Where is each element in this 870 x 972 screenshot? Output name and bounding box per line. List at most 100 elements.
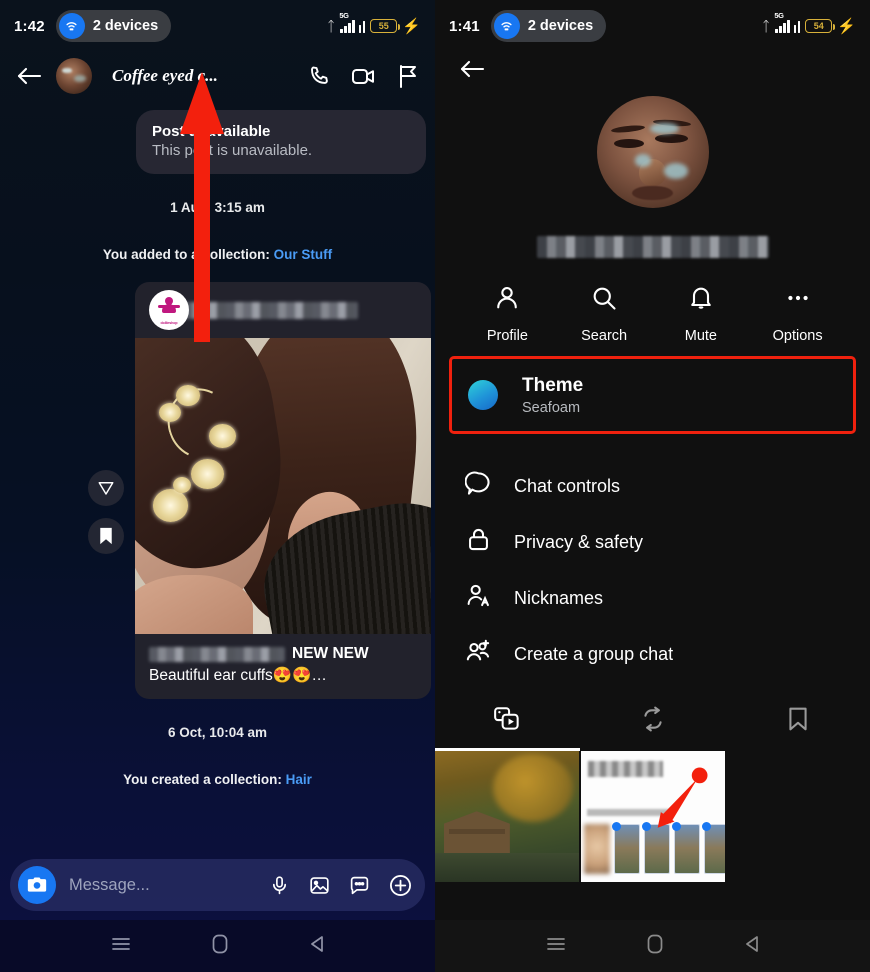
post-image[interactable] (135, 338, 431, 634)
camera-icon[interactable] (18, 866, 56, 904)
collection-link-2[interactable]: Hair (286, 772, 312, 787)
message-input[interactable]: Message... (69, 876, 150, 895)
charging-icon: ⚡ (837, 17, 856, 35)
system-message-text: You added to a collection: (102, 247, 274, 262)
image-icon[interactable] (309, 875, 330, 896)
android-navbar-right (435, 920, 870, 972)
microphone-icon[interactable] (269, 875, 290, 896)
flag-icon[interactable] (397, 64, 419, 88)
shared-post-card[interactable]: dollieshop NEW NEW Beautiful ear cuffs😍😍… (135, 282, 431, 699)
quick-action-mute[interactable]: Mute (653, 284, 750, 344)
chat-header: Coffee eyed c... (0, 52, 435, 104)
back-triangle-icon[interactable] (309, 935, 325, 958)
person-letter-icon (465, 582, 492, 614)
android-navbar-left (0, 920, 435, 972)
message-composer[interactable]: Message... (10, 859, 425, 911)
status-bar-left: 1:42 2 devices ᛏ 5G 55 ⚡ (0, 0, 435, 52)
devices-chip-right[interactable]: 2 devices (490, 10, 607, 42)
quick-action-profile[interactable]: Profile (459, 284, 556, 344)
back-arrow-icon[interactable] (16, 65, 42, 87)
quick-action-label: Search (581, 328, 628, 344)
menu-item-label: Nicknames (514, 587, 604, 608)
media-thumbnail[interactable] (581, 751, 725, 882)
chat-title: Coffee eyed c... (112, 66, 218, 85)
plus-circle-icon[interactable] (389, 874, 412, 897)
battery-level-right: 54 (813, 21, 824, 31)
media-thumbnail[interactable] (435, 751, 579, 882)
bell-icon (687, 284, 715, 317)
profile-avatar[interactable] (596, 96, 709, 208)
quick-action-label: Options (772, 328, 823, 344)
menu-item-label: Privacy & safety (514, 531, 644, 552)
collection-link[interactable]: Our Stuff (274, 247, 333, 262)
quick-actions: Profile Search Mute Options (435, 284, 870, 344)
post-unavailable-bubble[interactable]: Post unavailable This post is unavailabl… (136, 110, 426, 174)
theme-value: Seafoam (522, 399, 581, 416)
devices-chip[interactable]: 2 devices (55, 10, 172, 42)
message-timestamp: 1 Aug, 3:15 am (170, 200, 265, 215)
avatar[interactable] (56, 58, 92, 94)
details-header (435, 52, 870, 80)
devices-label: 2 devices (92, 18, 159, 34)
signal-icon: 5G (774, 11, 801, 33)
quick-action-label: Mute (684, 328, 717, 344)
video-camera-icon[interactable] (351, 65, 377, 87)
quick-action-label: Profile (486, 328, 528, 344)
menu-item-label: Chat controls (514, 475, 621, 496)
status-time-right: 1:41 (449, 17, 480, 35)
menu-item-privacy-safety[interactable]: Privacy & safety (435, 514, 870, 570)
menu-item-create-group-chat[interactable]: Create a group chat (435, 626, 870, 682)
phone-icon[interactable] (307, 64, 331, 88)
tab-media[interactable] (435, 696, 580, 751)
menu-item-chat-controls[interactable]: Chat controls (435, 458, 870, 514)
chat-screen: 1:42 2 devices ᛏ 5G 55 ⚡ Coffee eyed c..… (0, 0, 435, 972)
media-icon (493, 706, 523, 737)
battery-icon: 54 (805, 19, 836, 33)
theme-highlight-box: Theme Seafoam (449, 356, 856, 434)
composer-actions (269, 874, 412, 897)
tab-saved[interactable] (725, 696, 870, 751)
charging-icon: ⚡ (402, 17, 421, 35)
add-people-icon (465, 638, 492, 670)
caption-redacted (149, 646, 285, 662)
bluetooth-icon: ᛏ (326, 18, 336, 34)
back-arrow-icon[interactable] (459, 58, 485, 80)
message-timestamp-2: 6 Oct, 10:04 am (167, 725, 268, 740)
theme-row[interactable]: Theme Seafoam (452, 359, 853, 431)
system-message-collection-added: You added to a collection: Our Stuff (0, 247, 435, 262)
ellipsis-icon (784, 284, 812, 317)
quick-action-search[interactable]: Search (556, 284, 653, 344)
signal-icon: 5G (339, 11, 366, 33)
post-unavailable-subtitle: This post is unavailable. (152, 142, 313, 159)
chat-bubble-icon (464, 470, 492, 502)
status-icons-left: ᛏ 5G 55 ⚡ (326, 11, 421, 35)
menu-item-nicknames[interactable]: Nicknames (435, 570, 870, 626)
annotation-arrow-thumbnail (657, 767, 708, 828)
menu-icon[interactable] (546, 936, 566, 957)
menu-item-label: Create a group chat (514, 643, 674, 664)
bookmark-icon[interactable] (88, 518, 124, 554)
quick-action-options[interactable]: Options (749, 284, 846, 344)
message-list: Post unavailable This post is unavailabl… (0, 110, 435, 793)
send-icon[interactable] (88, 470, 124, 506)
sticker-icon[interactable] (349, 875, 370, 896)
caption-new-label: NEW NEW (292, 645, 369, 662)
post-author-name-redacted (183, 301, 358, 319)
bookmark-icon (786, 706, 810, 737)
media-tabs (435, 696, 870, 751)
back-triangle-icon[interactable] (744, 935, 760, 958)
network-type-label: 5G (339, 10, 349, 20)
settings-list: Chat controls Privacy & safety Nicknames… (435, 458, 870, 682)
home-icon[interactable] (647, 934, 663, 959)
system-message-text-2: You created a collection: (123, 772, 286, 787)
repeat-icon (640, 706, 666, 737)
media-grid (435, 751, 870, 882)
tab-shared[interactable] (580, 696, 725, 751)
theme-title: Theme (522, 374, 584, 396)
status-bar-right: 1:41 2 devices ᛏ 5G 54 ⚡ (435, 0, 870, 52)
home-icon[interactable] (212, 934, 228, 959)
status-icons-right: ᛏ 5G 54 ⚡ (762, 11, 856, 35)
battery-level: 55 (378, 21, 389, 31)
header-actions (307, 64, 419, 88)
menu-icon[interactable] (111, 936, 131, 957)
